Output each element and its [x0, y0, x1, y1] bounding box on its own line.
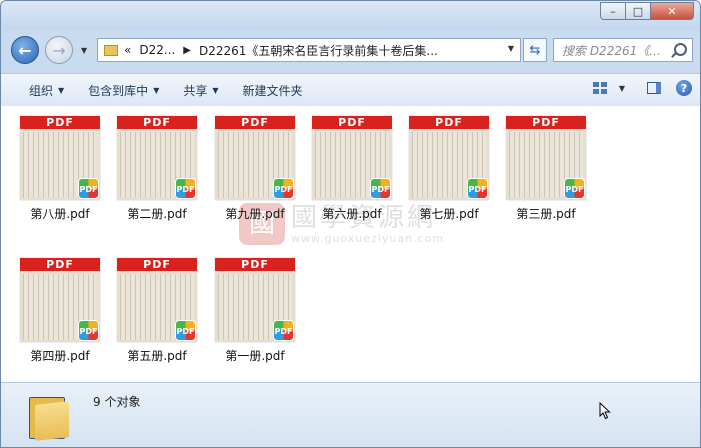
- close-button[interactable]: ✕: [650, 2, 694, 20]
- help-button[interactable]: ?: [676, 80, 692, 96]
- file-item[interactable]: PDF PDF 第二册.pdf: [109, 116, 205, 222]
- chevron-down-icon: ▼: [58, 85, 65, 95]
- organize-menu[interactable]: 组织 ▼: [17, 74, 76, 106]
- search-icon[interactable]: [674, 43, 687, 56]
- pdf-app-icon: PDF: [78, 178, 99, 199]
- pdf-app-icon: PDF: [370, 178, 391, 199]
- recent-pages-dropdown[interactable]: ▼: [81, 46, 87, 55]
- pdf-thumbnail: PDF PDF: [20, 258, 100, 342]
- chevron-down-icon: ▼: [212, 85, 219, 95]
- details-pane: 9 个对象: [1, 382, 700, 447]
- file-name[interactable]: 第五册.pdf: [109, 347, 205, 364]
- title-bar: – □ ✕: [1, 1, 700, 31]
- navigation-row: ← → ▼ « D22... ▶ D22261《五朝宋名臣言行录前集十卷后集..…: [1, 34, 700, 68]
- pdf-header: PDF: [312, 116, 392, 129]
- chevron-down-icon: ▼: [153, 85, 160, 95]
- pdf-app-icon: PDF: [273, 178, 294, 199]
- preview-pane-button[interactable]: [646, 80, 662, 96]
- watermark-url: www.guoxueziyuan.com: [291, 231, 445, 245]
- breadcrumb-current[interactable]: D22261《五朝宋名臣言行录前集十卷后集...: [199, 42, 438, 59]
- change-view-button[interactable]: [592, 80, 608, 96]
- folder-icon: [104, 44, 118, 56]
- organize-label: 组织: [29, 83, 54, 98]
- file-list[interactable]: 國 國學資源網 www.guoxueziyuan.com PDF PDF 第八册.…: [1, 106, 700, 382]
- minimize-button[interactable]: –: [600, 2, 626, 20]
- address-dropdown-icon[interactable]: ▼: [508, 44, 514, 53]
- new-folder-button[interactable]: 新建文件夹: [231, 74, 315, 106]
- pdf-header: PDF: [117, 116, 197, 129]
- refresh-icon: ⇆: [529, 42, 541, 58]
- pdf-thumbnail: PDF PDF: [20, 116, 100, 200]
- forward-button[interactable]: →: [45, 36, 73, 64]
- file-item[interactable]: PDF PDF 第四册.pdf: [12, 258, 108, 364]
- caption-buttons: – □ ✕: [600, 2, 694, 20]
- pdf-header: PDF: [117, 258, 197, 271]
- pdf-app-icon: PDF: [467, 178, 488, 199]
- pdf-header: PDF: [215, 116, 295, 129]
- maximize-button[interactable]: □: [625, 2, 651, 20]
- view-grid-icon: [593, 82, 607, 94]
- explorer-window: – □ ✕ ← → ▼ « D22... ▶ D22261《五朝宋名臣言行录前集…: [0, 0, 701, 448]
- pdf-header: PDF: [20, 258, 100, 271]
- pdf-header: PDF: [506, 116, 586, 129]
- breadcrumb-parent[interactable]: D22...: [139, 43, 175, 57]
- pdf-thumbnail: PDF PDF: [215, 258, 295, 342]
- pdf-thumbnail: PDF PDF: [409, 116, 489, 200]
- pdf-header: PDF: [215, 258, 295, 271]
- pdf-thumbnail: PDF PDF: [215, 116, 295, 200]
- pdf-thumbnail: PDF PDF: [312, 116, 392, 200]
- file-name[interactable]: 第三册.pdf: [498, 205, 594, 222]
- pdf-app-icon: PDF: [78, 320, 99, 341]
- file-item[interactable]: PDF PDF 第六册.pdf: [304, 116, 400, 222]
- share-menu[interactable]: 共享 ▼: [171, 74, 230, 106]
- file-item[interactable]: PDF PDF 第五册.pdf: [109, 258, 205, 364]
- pdf-app-icon: PDF: [564, 178, 585, 199]
- chevron-right-icon[interactable]: ▶: [183, 45, 191, 56]
- back-arrow-icon: ←: [18, 40, 32, 60]
- pdf-thumbnail: PDF PDF: [117, 116, 197, 200]
- file-name[interactable]: 第一册.pdf: [207, 347, 303, 364]
- pdf-thumbnail: PDF PDF: [117, 258, 197, 342]
- forward-arrow-icon: →: [52, 40, 66, 60]
- back-button[interactable]: ←: [11, 36, 39, 64]
- pdf-app-icon: PDF: [273, 320, 294, 341]
- file-name[interactable]: 第二册.pdf: [109, 205, 205, 222]
- share-label: 共享: [183, 83, 208, 98]
- file-name[interactable]: 第八册.pdf: [12, 205, 108, 222]
- pdf-header: PDF: [20, 116, 100, 129]
- file-name[interactable]: 第九册.pdf: [207, 205, 303, 222]
- refresh-button[interactable]: ⇆: [523, 38, 547, 62]
- file-name[interactable]: 第四册.pdf: [12, 347, 108, 364]
- pdf-app-icon: PDF: [175, 320, 196, 341]
- command-bar: 组织 ▼ 包含到库中 ▼ 共享 ▼ 新建文件夹 ▼ ?: [1, 73, 700, 107]
- pdf-thumbnail: PDF PDF: [506, 116, 586, 200]
- file-item[interactable]: PDF PDF 第八册.pdf: [12, 116, 108, 222]
- pdf-header: PDF: [409, 116, 489, 129]
- file-item[interactable]: PDF PDF 第一册.pdf: [207, 258, 303, 364]
- address-overflow[interactable]: «: [124, 43, 131, 57]
- preview-pane-icon: [647, 82, 661, 94]
- file-item[interactable]: PDF PDF 第九册.pdf: [207, 116, 303, 222]
- view-dropdown-icon[interactable]: ▼: [614, 80, 630, 96]
- include-in-library-menu[interactable]: 包含到库中 ▼: [76, 74, 171, 106]
- file-name[interactable]: 第七册.pdf: [401, 205, 497, 222]
- file-name[interactable]: 第六册.pdf: [304, 205, 400, 222]
- pdf-app-icon: PDF: [175, 178, 196, 199]
- view-controls: ▼ ?: [584, 80, 692, 96]
- search-placeholder: 搜索 D22261《...: [562, 43, 661, 58]
- item-count: 9 个对象: [93, 395, 141, 409]
- file-item[interactable]: PDF PDF 第三册.pdf: [498, 116, 594, 222]
- folder-large-icon: [29, 391, 73, 441]
- search-input[interactable]: 搜索 D22261《...: [553, 38, 693, 62]
- file-item[interactable]: PDF PDF 第七册.pdf: [401, 116, 497, 222]
- include-library-label: 包含到库中: [88, 83, 149, 98]
- help-icon: ?: [680, 81, 688, 95]
- address-bar[interactable]: « D22... ▶ D22261《五朝宋名臣言行录前集十卷后集... ▼: [97, 38, 521, 62]
- new-folder-label: 新建文件夹: [242, 83, 303, 98]
